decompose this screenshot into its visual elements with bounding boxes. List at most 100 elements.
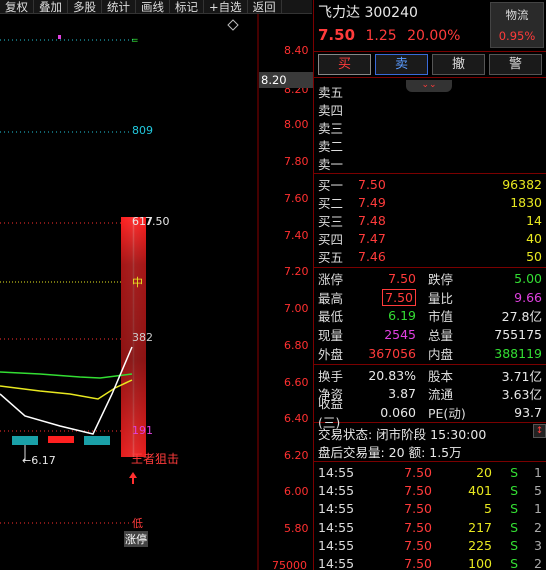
volume-tick: 75000 [272,559,307,570]
bid-row[interactable]: 买五 7.46 50 [314,248,546,266]
toolbar-draw-line[interactable]: 画线 [136,0,170,14]
toolbar-back[interactable]: 返回 [248,0,282,14]
ma-line-green [0,371,133,379]
price-change: 1.25 [365,28,397,44]
price-tick: 5.80 [284,522,309,535]
signal-annotation: 王者狙击 [131,452,180,466]
tick-row[interactable]: 14:55 7.50 100 S 2 [314,554,546,570]
total-volume: 755175 [494,327,542,343]
price-line: 7.50 1.25 20.00% [318,26,466,44]
share-capital: 3.71亿 [501,368,542,384]
price-change-pct: 20.00% [407,28,461,44]
high-price: 7.50 [382,288,416,306]
tick-row[interactable]: 14:55 7.50 5 S 1 [314,500,546,518]
price-tick: 8.00 [284,118,309,131]
tick-row[interactable]: 14:55 7.50 217 S 2 [314,518,546,536]
price-tick: 6.40 [284,412,309,425]
trade-state: 交易状态: 闭市阶段 15:30:00 [318,426,487,442]
small-candle-2[interactable] [48,436,74,443]
level-label-191: 191 [132,424,153,437]
stats-block: 涨停 7.50 跌停 5.00 最高 7.50 量比 9.66 最低 6.19 … [314,268,546,365]
current-volume: 2545 [384,327,416,343]
toolbar-restore-rights[interactable]: 复权 [0,0,34,14]
kline-chart[interactable]: = 8.40 8.20 8.00 7.80 7.60 7.40 7.20 7.0… [0,14,312,570]
price-tick: 7.40 [284,229,309,242]
ask-row[interactable]: 卖四 [314,100,546,118]
expand-arrow-icon[interactable]: ↕ [533,424,546,438]
market-cap: 27.8亿 [501,309,542,325]
tick-row[interactable]: 14:55 7.50 20 S 1 [314,463,546,481]
tick-row[interactable]: 14:55 7.50 225 S 3 [314,536,546,554]
current-price-tag: 8.20 [259,72,313,88]
price-tick: 6.60 [284,376,309,389]
ask-row[interactable]: 卖一 [314,155,546,173]
bid-book: 买一 7.50 96382 买二 7.49 1830 买三 7.48 14 买四 7.47 40… [314,174,546,268]
price-tick: 6.00 [284,485,309,498]
float-shares: 3.63亿 [501,387,542,403]
bid-row[interactable]: 买一 7.50 96382 [314,175,546,193]
turnover-rate: 20.83% [368,367,416,383]
toolbar-add-watchlist[interactable]: +自选 [204,0,248,14]
earnings: 0.060 [380,404,416,420]
bid-row[interactable]: 买四 7.47 40 [314,230,546,248]
toolbar-statistics[interactable]: 统计 [102,0,136,14]
price-tick: 7.80 [284,155,309,168]
toolbar-overlay[interactable]: 叠加 [34,0,68,14]
level-label-750: 7.50 [145,215,170,228]
cancel-order-button[interactable]: 撤 [432,54,485,75]
ask-row[interactable]: 卖三 [314,118,546,136]
level-label-mid: 中 [132,276,143,289]
low-price-marker: ←6.17 [22,454,56,467]
limit-up-price: 7.50 [388,270,416,286]
level-label-809: 809 [132,124,153,137]
level-label-low: 低 [132,517,143,530]
small-candle-3[interactable] [84,436,110,445]
price-tick: 7.00 [284,302,309,315]
ask-row[interactable]: 卖二 [314,137,546,155]
low-price: 6.19 [388,308,416,324]
quote-header: 飞力达 300240 7.50 1.25 20.00% 物流 0.95% [314,0,546,52]
inner-volume: 388119 [494,345,542,361]
price-tick: 6.80 [284,339,309,352]
sell-button[interactable]: 卖 [375,54,428,75]
after-hours-volume: 盘后交易量: 20 额: 1.5万 [318,444,462,460]
ask-book: 卖五 卖四 卖三 卖二 卖一 [314,78,546,174]
chart-canvas: = [0,14,259,570]
marker-eq: = [131,36,139,46]
fundamentals-block: 换手 20.83% 股本 3.71亿 净资 3.87 流通 3.63亿 收益(三… [314,365,546,430]
toolbar-multi-stock[interactable]: 多股 [68,0,102,14]
sector-box[interactable]: 物流 0.95% [490,2,544,48]
tick-row[interactable]: 14:55 7.50 401 S 5 [314,482,546,500]
toolbar-mark[interactable]: 标记 [170,0,204,14]
last-price: 7.50 [318,26,356,44]
price-tick: 7.20 [284,265,309,278]
ma-line-yellow [0,379,133,400]
level-label-382: 382 [132,331,153,344]
alert-button[interactable]: 警 [489,54,542,75]
bid-row[interactable]: 买二 7.49 1830 [314,193,546,211]
bid-row[interactable]: 买三 7.48 14 [314,211,546,229]
sector-pct: 0.95% [498,29,536,43]
price-tick: 8.40 [284,44,309,57]
volume-ratio: 9.66 [514,289,542,305]
stock-code: 300240 [364,5,418,21]
limit-down-price: 5.00 [514,270,542,286]
outer-volume: 367056 [368,345,416,361]
pe-ratio: 93.7 [514,404,542,420]
sector-name: 物流 [505,8,529,22]
ask-row[interactable]: 卖五 [314,82,546,100]
stock-title: 飞力达 300240 [318,2,418,22]
marker-top [58,35,61,39]
stock-name: 飞力达 [318,5,360,21]
trade-status: 交易状态: 闭市阶段 15:30:00 盘后交易量: 20 额: 1.5万 [314,423,546,463]
price-tick: 6.20 [284,449,309,462]
trade-buttons: 买 卖 撤 警 [314,52,546,78]
buy-button[interactable]: 买 [318,54,371,75]
price-tick: 7.60 [284,192,309,205]
diamond-icon[interactable] [227,19,239,31]
small-candle-1[interactable] [12,436,38,445]
up-arrow-icon [129,472,137,484]
tick-list: 14:55 7.50 20 S 1 14:55 7.50 401 S 5 14:55 7.50 5 S… [314,462,546,570]
chart-toolbar: 复权 叠加 多股 统计 画线 标记 +自选 返回 [0,0,312,14]
net-assets: 3.87 [388,386,416,402]
